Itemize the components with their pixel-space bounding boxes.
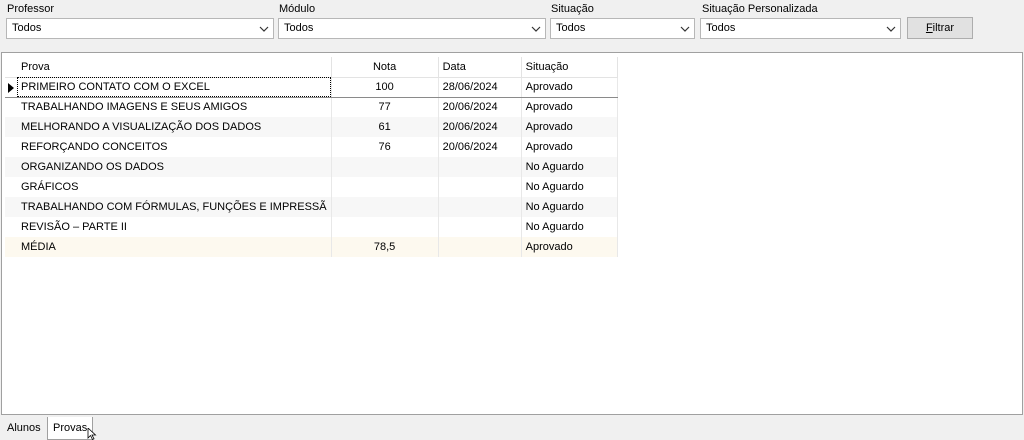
row-selector[interactable] bbox=[5, 76, 17, 98]
situacao-personalizada-label: Situação Personalizada bbox=[702, 3, 818, 15]
table-row[interactable]: REFORÇANDO CONCEITOS 76 20/06/2024 Aprovado bbox=[5, 137, 618, 157]
filter-button-hotkey: F bbox=[925, 22, 933, 34]
filter-bar: Professor Todos Módulo Todos Situação To… bbox=[0, 0, 1024, 50]
cell-prova[interactable]: PRIMEIRO CONTATO COM O EXCEL bbox=[17, 76, 332, 98]
cell-nota[interactable]: 76 bbox=[331, 137, 439, 157]
cell-data[interactable] bbox=[438, 237, 522, 257]
column-header-nota[interactable]: Nota bbox=[331, 57, 439, 78]
cell-situacao[interactable]: Aprovado bbox=[521, 237, 618, 257]
row-selector[interactable] bbox=[5, 117, 17, 137]
cell-situacao[interactable]: Aprovado bbox=[521, 117, 618, 137]
chevron-down-icon bbox=[259, 26, 269, 32]
cell-situacao[interactable]: Aprovado bbox=[521, 137, 618, 157]
table-row[interactable]: PRIMEIRO CONTATO COM O EXCEL 100 28/06/202… bbox=[5, 76, 618, 98]
cell-situacao[interactable]: No Aguardo bbox=[521, 197, 618, 217]
cell-nota[interactable] bbox=[331, 157, 439, 177]
cell-prova[interactable]: ORGANIZANDO OS DADOS bbox=[17, 157, 332, 177]
cell-situacao[interactable]: No Aguardo bbox=[521, 177, 618, 197]
cell-situacao[interactable]: Aprovado bbox=[521, 76, 618, 98]
table-row[interactable]: MELHORANDO A VISUALIZAÇÃO DOS DADOS 61 20/… bbox=[5, 117, 618, 137]
cell-data[interactable] bbox=[438, 157, 522, 177]
professor-select-value: Todos bbox=[12, 22, 42, 34]
table-header-row: Prova Nota Data Situação bbox=[5, 57, 618, 78]
table-row[interactable]: REVISÃO – PARTE II No Aguardo bbox=[5, 217, 618, 237]
situacao-personalizada-select-value: Todos bbox=[706, 22, 736, 34]
row-selector[interactable] bbox=[5, 217, 17, 237]
row-selector[interactable] bbox=[5, 97, 17, 117]
cell-data[interactable] bbox=[438, 197, 522, 217]
cell-nota[interactable]: 100 bbox=[331, 76, 439, 98]
table-row[interactable]: MÉDIA 78,5 Aprovado bbox=[5, 237, 618, 257]
cell-nota[interactable] bbox=[331, 177, 439, 197]
cell-data[interactable]: 20/06/2024 bbox=[438, 137, 522, 157]
row-selector[interactable] bbox=[5, 237, 17, 257]
cell-situacao[interactable]: Aprovado bbox=[521, 97, 618, 117]
table-row[interactable]: TRABALHANDO IMAGENS E SEUS AMIGOS 77 20/06… bbox=[5, 97, 618, 117]
chevron-down-icon bbox=[531, 26, 541, 32]
cell-prova[interactable]: REFORÇANDO CONCEITOS bbox=[17, 137, 332, 157]
table-row[interactable]: ORGANIZANDO OS DADOS No Aguardo bbox=[5, 157, 618, 177]
table-row[interactable]: TRABALHANDO COM FÓRMULAS, FUNÇÕES E IMPR… bbox=[5, 197, 618, 217]
row-selector[interactable] bbox=[5, 177, 17, 197]
cell-nota[interactable]: 61 bbox=[331, 117, 439, 137]
filter-button-label: iltrar bbox=[932, 22, 955, 34]
table-row[interactable]: GRÁFICOS No Aguardo bbox=[5, 177, 618, 197]
modulo-label: Módulo bbox=[279, 3, 316, 15]
cell-prova[interactable]: TRABALHANDO COM FÓRMULAS, FUNÇÕES E IMPR… bbox=[17, 197, 332, 217]
provas-table: Prova Nota Data Situação PRIMEIRO CONTAT… bbox=[5, 57, 618, 257]
situacao-label: Situação bbox=[551, 3, 594, 15]
cell-nota[interactable]: 78,5 bbox=[331, 237, 439, 257]
cell-data[interactable]: 20/06/2024 bbox=[438, 97, 522, 117]
tab-alunos[interactable]: Alunos bbox=[2, 417, 46, 440]
column-header-data[interactable]: Data bbox=[438, 57, 522, 78]
cell-nota[interactable] bbox=[331, 217, 439, 237]
tab-bar: Alunos Provas bbox=[0, 415, 1024, 440]
situacao-select-value: Todos bbox=[556, 22, 586, 34]
modulo-select[interactable]: Todos bbox=[278, 18, 546, 39]
situacao-select[interactable]: Todos bbox=[550, 18, 695, 39]
current-row-arrow-icon bbox=[8, 82, 14, 93]
cell-situacao[interactable]: No Aguardo bbox=[521, 157, 618, 177]
cell-data[interactable]: 28/06/2024 bbox=[438, 76, 522, 98]
cell-data[interactable] bbox=[438, 177, 522, 197]
provas-grid[interactable]: Prova Nota Data Situação PRIMEIRO CONTAT… bbox=[1, 52, 1023, 415]
row-selector-header bbox=[5, 57, 17, 78]
professor-label: Professor bbox=[7, 3, 55, 15]
row-selector[interactable] bbox=[5, 157, 17, 177]
cell-prova[interactable]: REVISÃO – PARTE II bbox=[17, 217, 332, 237]
row-selector[interactable] bbox=[5, 197, 17, 217]
cell-nota[interactable] bbox=[331, 197, 439, 217]
modulo-select-value: Todos bbox=[284, 22, 314, 34]
chevron-down-icon bbox=[680, 26, 690, 32]
cell-prova[interactable]: TRABALHANDO IMAGENS E SEUS AMIGOS bbox=[17, 97, 332, 117]
mouse-cursor-icon bbox=[87, 428, 97, 440]
cell-prova[interactable]: MELHORANDO A VISUALIZAÇÃO DOS DADOS bbox=[17, 117, 332, 137]
column-header-situacao[interactable]: Situação bbox=[521, 57, 618, 78]
filter-button[interactable]: Filtrar bbox=[907, 17, 973, 39]
cell-data[interactable] bbox=[438, 217, 522, 237]
cell-data[interactable]: 20/06/2024 bbox=[438, 117, 522, 137]
cell-nota[interactable]: 77 bbox=[331, 97, 439, 117]
cell-situacao[interactable]: No Aguardo bbox=[521, 217, 618, 237]
cell-prova[interactable]: MÉDIA bbox=[17, 237, 332, 257]
chevron-down-icon bbox=[886, 26, 896, 32]
cell-prova[interactable]: GRÁFICOS bbox=[17, 177, 332, 197]
situacao-personalizada-select[interactable]: Todos bbox=[700, 18, 901, 39]
column-header-prova[interactable]: Prova bbox=[17, 57, 332, 78]
row-selector[interactable] bbox=[5, 137, 17, 157]
professor-select[interactable]: Todos bbox=[6, 18, 274, 39]
